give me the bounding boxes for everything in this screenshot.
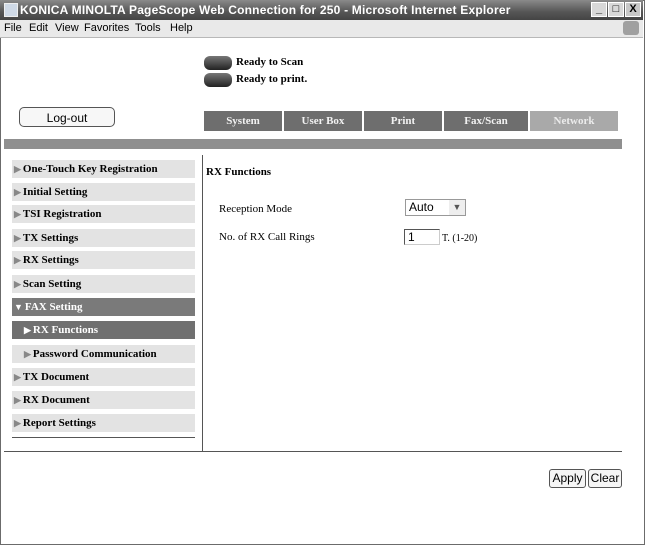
reception-mode-label: Reception Mode (219, 203, 293, 215)
sidebar-item-report-settings[interactable]: ▶ Report Settings (12, 414, 195, 432)
window-title: KONICA MINOLTA PageScope Web Connection … (20, 3, 511, 17)
sidebar-item-rx-document[interactable]: ▶ RX Document (12, 391, 195, 409)
page-title: RX Functions (206, 166, 272, 178)
sidebar-item-tsi-registration[interactable]: ▶ TSI Registration (12, 205, 195, 223)
sidebar-item-tx-document[interactable]: ▶ TX Document (12, 368, 195, 386)
menu-favorites[interactable]: Favorites (84, 22, 129, 34)
sidebar-item-label: Report Settings (22, 417, 96, 429)
sidebar-item-scan-setting[interactable]: ▶ Scan Setting (12, 275, 195, 293)
sidebar-item-label: RX Document (22, 394, 90, 406)
sidebar-item-fax-setting[interactable]: ▼ FAX Setting (12, 298, 195, 316)
arrow-right-icon: ▶ (14, 164, 21, 174)
scan-status: Ready to Scan (236, 56, 304, 68)
menu-bar: File Edit View Favorites Tools Help (0, 20, 643, 38)
sidebar-item-label: TX Document (22, 371, 90, 383)
menu-file[interactable]: File (4, 22, 22, 34)
menu-view[interactable]: View (55, 22, 79, 34)
arrow-right-icon: ▶ (14, 279, 21, 289)
apply-button[interactable]: Apply (549, 469, 586, 488)
sidebar-item-password-communication[interactable]: ▶ Password Communication (12, 345, 195, 363)
print-status: Ready to print. (236, 73, 308, 85)
tab-system[interactable]: System (204, 111, 282, 131)
sidebar-item-initial-setting[interactable]: ▶ Initial Setting (12, 183, 195, 201)
tab-user-box[interactable]: User Box (284, 111, 362, 131)
reception-mode-value: Auto (409, 200, 434, 214)
windows-logo-icon (623, 21, 639, 35)
arrow-right-icon: ▶ (24, 325, 31, 335)
sidebar-item-rx-settings[interactable]: ▶ RX Settings (12, 251, 195, 269)
rings-input[interactable]: 1 (404, 229, 440, 245)
sidebar-item-label: One-Touch Key Registration (22, 163, 158, 175)
sidebar-item-one-touch[interactable]: ▶ One-Touch Key Registration (12, 160, 195, 178)
header-divider (4, 139, 622, 149)
tab-fax-scan[interactable]: Fax/Scan (444, 111, 528, 131)
sidebar-item-label: Password Communication (32, 348, 157, 360)
maximize-button[interactable]: □ (608, 2, 624, 17)
sidebar-item-label: Initial Setting (22, 186, 88, 198)
arrow-down-icon: ▼ (14, 302, 23, 312)
sidebar-item-label: RX Functions (32, 324, 99, 336)
printer-icon (204, 73, 232, 87)
arrow-right-icon: ▶ (24, 349, 31, 359)
title-bar: KONICA MINOLTA PageScope Web Connection … (0, 0, 643, 20)
sidebar-bottom-divider (12, 437, 195, 438)
scanner-icon (204, 56, 232, 70)
sidebar-item-rx-functions[interactable]: ▶ RX Functions (12, 321, 195, 339)
reception-mode-select[interactable]: Auto ▼ (405, 199, 466, 216)
menu-edit[interactable]: Edit (29, 22, 48, 34)
tab-network[interactable]: Network (530, 111, 618, 131)
clear-button[interactable]: Clear (588, 469, 622, 488)
content-divider (202, 155, 203, 451)
menu-help[interactable]: Help (170, 22, 193, 34)
arrow-right-icon: ▶ (14, 372, 21, 382)
minimize-button[interactable]: _ (591, 2, 607, 17)
rings-range-hint: T. (1-20) (442, 233, 478, 244)
menu-tools[interactable]: Tools (135, 22, 161, 34)
rings-label: No. of RX Call Rings (219, 231, 315, 243)
close-button[interactable]: X (625, 2, 641, 17)
sidebar-item-label: Scan Setting (22, 278, 82, 290)
arrow-right-icon: ▶ (14, 255, 21, 265)
arrow-right-icon: ▶ (14, 187, 21, 197)
tab-print[interactable]: Print (364, 111, 442, 131)
sidebar-item-label: FAX Setting (24, 301, 83, 313)
logout-button[interactable]: Log-out (19, 107, 115, 127)
ie-window-icon (4, 3, 18, 17)
sidebar-item-label: TSI Registration (22, 208, 102, 220)
sidebar-item-tx-settings[interactable]: ▶ TX Settings (12, 229, 195, 247)
sidebar-item-label: TX Settings (22, 232, 79, 244)
arrow-right-icon: ▶ (14, 233, 21, 243)
sidebar-item-label: RX Settings (22, 254, 79, 266)
arrow-right-icon: ▶ (14, 209, 21, 219)
footer-divider (4, 451, 622, 452)
arrow-right-icon: ▶ (14, 395, 21, 405)
chevron-down-icon: ▼ (449, 200, 465, 215)
browser-window (0, 0, 645, 545)
arrow-right-icon: ▶ (14, 418, 21, 428)
